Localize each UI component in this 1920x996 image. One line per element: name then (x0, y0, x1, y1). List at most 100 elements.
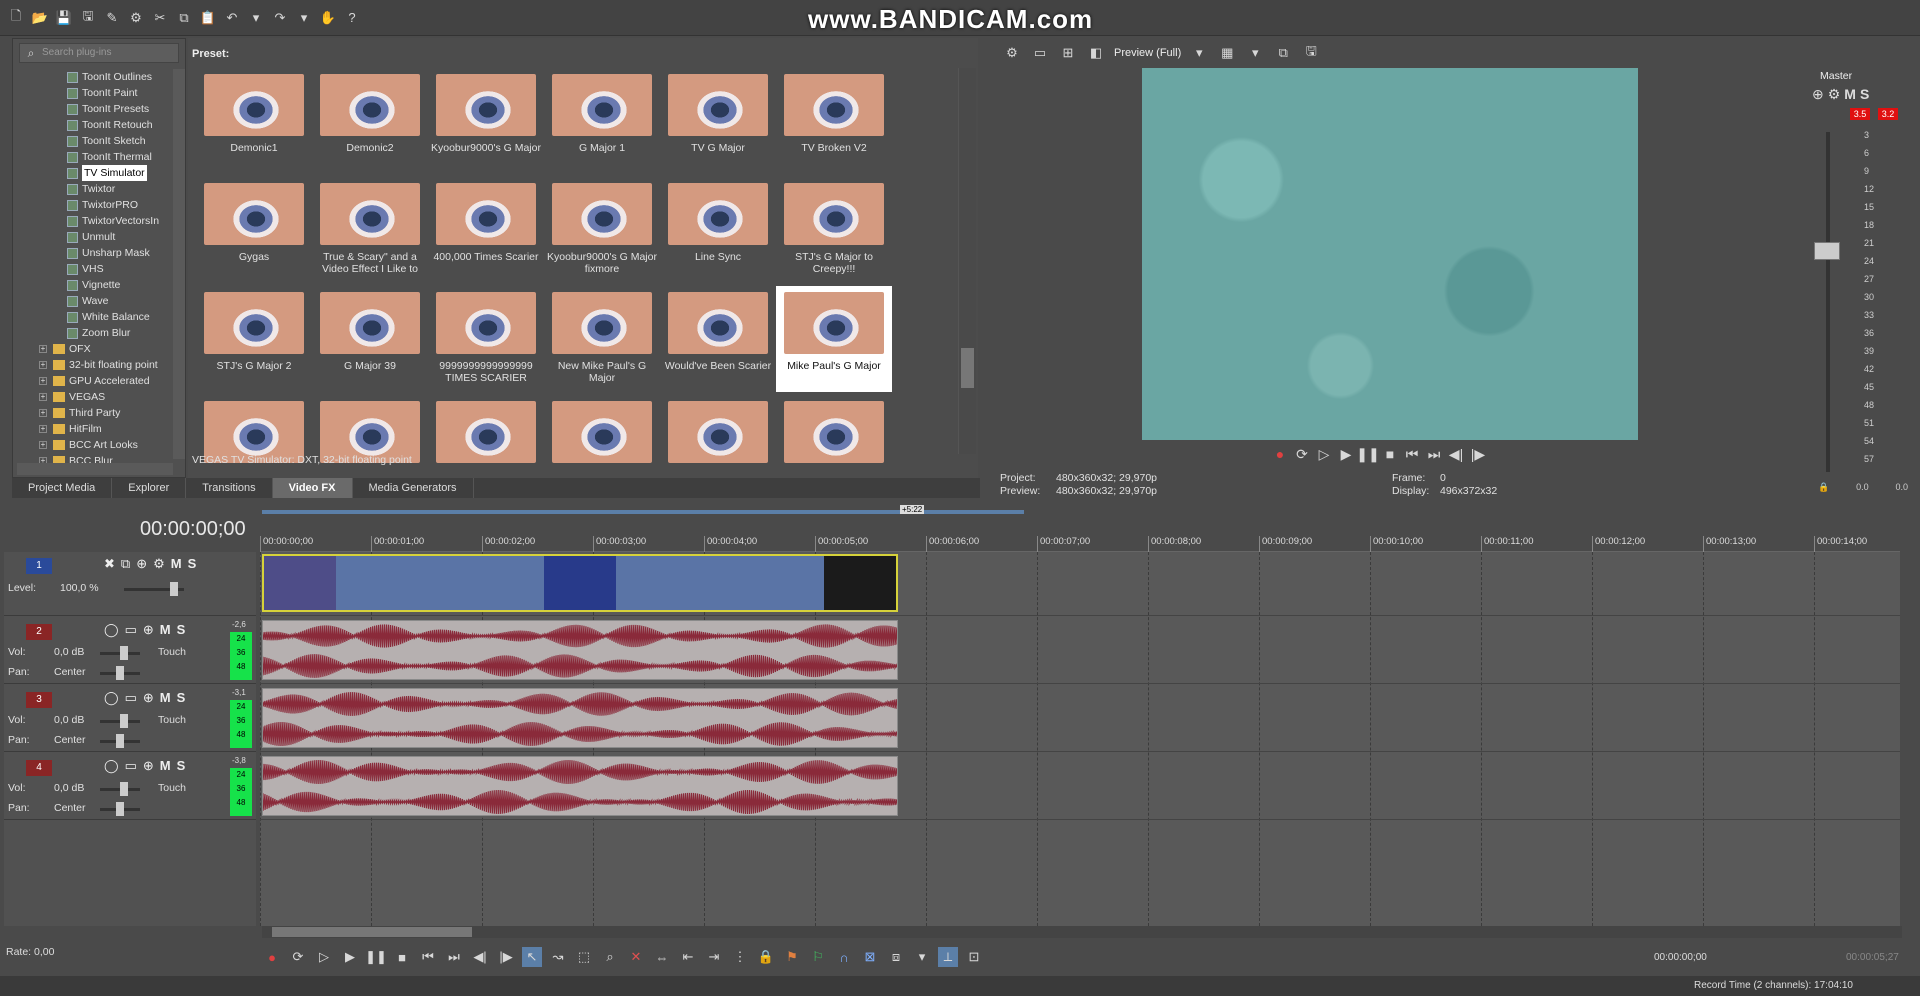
help-icon[interactable]: ? (342, 8, 362, 28)
pan-slider[interactable] (100, 802, 140, 816)
mute-button[interactable]: M (171, 556, 182, 572)
properties-icon[interactable]: ⚙ (126, 8, 146, 28)
solo-button[interactable]: S (177, 622, 186, 638)
track-settings-icon[interactable]: ⚙ (153, 556, 165, 572)
external-monitor-icon[interactable]: ▭ (1030, 43, 1050, 63)
save-as-icon[interactable]: 🖫 (78, 8, 98, 28)
preset-item[interactable]: New Mike Paul's G Major (544, 286, 660, 392)
preset-item[interactable]: STJ's G Major 2 (196, 286, 312, 392)
slider-knob[interactable] (120, 782, 128, 796)
pan-slider[interactable] (100, 666, 140, 680)
selection-tool-icon[interactable]: ⬚ (574, 947, 594, 967)
save-snapshot-icon[interactable]: 🖫 (1301, 43, 1321, 63)
automation-mode[interactable]: Touch (158, 646, 186, 658)
lock-icon[interactable]: 🔒 (1818, 482, 1829, 493)
preset-item[interactable]: 9999999999999999 TIMES SCARIER (428, 286, 544, 392)
marker-icon[interactable]: ⚑ (782, 947, 802, 967)
master-mute-button[interactable]: M (1844, 86, 1856, 103)
tab[interactable]: Transitions (186, 478, 273, 498)
tree-item[interactable]: Vignette (17, 277, 177, 293)
ignore-grouping-icon[interactable]: ⊡ (964, 947, 984, 967)
tree-item[interactable]: VHS (17, 261, 177, 277)
preset-item[interactable] (196, 395, 312, 488)
master-fader-knob[interactable] (1814, 242, 1840, 260)
tree-item[interactable]: ToonIt Outlines (17, 69, 177, 85)
audio-event[interactable] (262, 620, 898, 680)
new-file-icon[interactable]: 🗋 (6, 8, 26, 28)
copy-icon[interactable]: ⧉ (174, 8, 194, 28)
slider-knob[interactable] (116, 802, 124, 816)
slider-knob[interactable] (116, 666, 124, 680)
previous-frame-icon[interactable]: ◀| (470, 947, 490, 967)
tree-item[interactable]: + VEGAS (17, 389, 177, 405)
slider-knob[interactable] (120, 646, 128, 660)
expand-icon[interactable]: + (39, 409, 47, 417)
overlays-icon[interactable]: ◧ (1086, 43, 1106, 63)
loop-playback-icon[interactable]: ⟳ (1292, 444, 1312, 464)
time-ruler[interactable]: 00:00:00;00 00:00:01;00 00:00:02;00 00:00:0… (260, 534, 1900, 552)
automation-mode[interactable]: Touch (158, 782, 186, 794)
tree-item[interactable]: Zoom Blur (17, 325, 177, 341)
ripple-edit-icon[interactable]: ⧈ (886, 947, 906, 967)
preset-item[interactable]: Gygas (196, 177, 312, 283)
play-icon[interactable]: ▶ (1336, 444, 1356, 464)
record-icon[interactable]: ● (262, 947, 282, 967)
preset-item[interactable] (660, 395, 776, 488)
zoom-tool-icon[interactable]: ⌕ (600, 947, 620, 967)
tree-item[interactable]: +32-bit floating point (17, 357, 177, 373)
track-motion-icon[interactable]: ⧉ (121, 556, 130, 572)
preset-item[interactable] (776, 395, 892, 488)
undo-icon[interactable]: ↶ (222, 8, 242, 28)
split-icon[interactable]: ⋮ (730, 947, 750, 967)
tab[interactable]: Project Media (12, 478, 113, 498)
record-icon[interactable]: ● (1270, 444, 1290, 464)
slider-knob[interactable] (170, 582, 178, 596)
preset-item[interactable]: Would've Been Scarier (660, 286, 776, 392)
envelope-tool-icon[interactable]: ↝ (548, 947, 568, 967)
preset-scroll-thumb[interactable] (961, 348, 974, 388)
arm-record-icon[interactable]: ◯ (104, 758, 119, 774)
expand-icon[interactable]: + (39, 425, 47, 433)
plugin-tree-scrollbar-horizontal[interactable] (17, 463, 173, 475)
track-lane[interactable] (260, 552, 1900, 616)
tab[interactable]: Video FX (272, 478, 353, 498)
paste-icon[interactable]: 📋 (198, 8, 218, 28)
tree-item[interactable]: + GPU Accelerated (17, 373, 177, 389)
preset-item[interactable]: Mike Paul's G Major (776, 286, 892, 392)
next-frame-icon[interactable]: |▶ (496, 947, 516, 967)
undo-dropdown-icon[interactable]: ▾ (246, 8, 266, 28)
tree-item[interactable]: + BCC Art Looks (17, 437, 177, 453)
lock-envelopes-icon[interactable]: ⟂ (938, 947, 958, 967)
tab[interactable]: Media Generators (353, 478, 474, 498)
arm-record-icon[interactable]: ◯ (104, 690, 119, 706)
tree-item[interactable]: Unsharp Mask (17, 245, 177, 261)
preset-item[interactable]: TV Broken V2 (776, 68, 892, 174)
master-solo-button[interactable]: S (1860, 86, 1869, 103)
split-screen-icon[interactable]: ⊞ (1058, 43, 1078, 63)
preset-item[interactable] (544, 395, 660, 488)
tree-item[interactable]: TV Simulator (17, 165, 177, 181)
expand-icon[interactable]: + (39, 377, 47, 385)
volume-slider[interactable] (100, 646, 140, 660)
tree-item[interactable]: Twixtor (17, 181, 177, 197)
tree-item[interactable]: Unmult (17, 229, 177, 245)
audio-event[interactable] (262, 756, 898, 816)
mute-button[interactable]: M (160, 622, 171, 638)
preset-item[interactable]: Kyoobur9000's G Major (428, 68, 544, 174)
slider-knob[interactable] (120, 714, 128, 728)
tree-item[interactable]: ToonIt Retouch (17, 117, 177, 133)
save-icon[interactable]: 💾 (54, 8, 74, 28)
track-lane[interactable] (260, 618, 1900, 684)
snapping-icon[interactable]: ∩ (834, 947, 854, 967)
level-slider[interactable] (124, 582, 184, 596)
stop-icon[interactable]: ■ (1380, 444, 1400, 464)
preset-item[interactable] (312, 395, 428, 488)
lock-icon[interactable]: 🔒 (756, 947, 776, 967)
play-from-start-icon[interactable]: ▷ (314, 947, 334, 967)
automation-mode[interactable]: Touch (158, 714, 186, 726)
preset-item[interactable]: True & Scary" and a Video Effect I Like … (312, 177, 428, 283)
trim-start-icon[interactable]: ⇤ (678, 947, 698, 967)
preset-item[interactable]: Demonic2 (312, 68, 428, 174)
preview-quality-dropdown[interactable]: Preview (Full) (1114, 47, 1181, 59)
tree-item[interactable]: + HitFilm (17, 421, 177, 437)
